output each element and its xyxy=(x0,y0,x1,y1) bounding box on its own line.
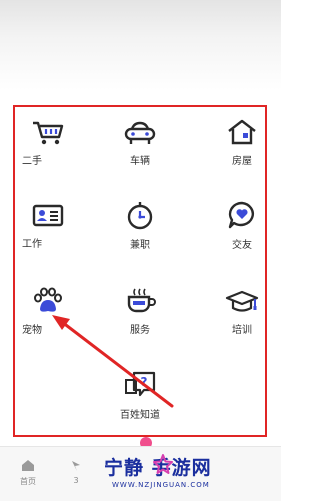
tab-home[interactable]: 首页 xyxy=(8,459,48,487)
home-icon xyxy=(22,460,34,471)
watermark-logo: 宁静 手游网 WWW.NZJINGUAN.COM xyxy=(104,453,274,495)
tab-icon xyxy=(72,461,80,471)
watermark-star-icon xyxy=(153,454,173,474)
highlight-box xyxy=(13,105,267,437)
watermark-url: WWW.NZJINGUAN.COM xyxy=(112,481,210,489)
top-background xyxy=(0,0,281,90)
tab-home-label: 首页 xyxy=(20,477,36,486)
tab-second-label: 3 xyxy=(73,476,79,485)
tab-second[interactable]: 3 xyxy=(56,459,96,485)
